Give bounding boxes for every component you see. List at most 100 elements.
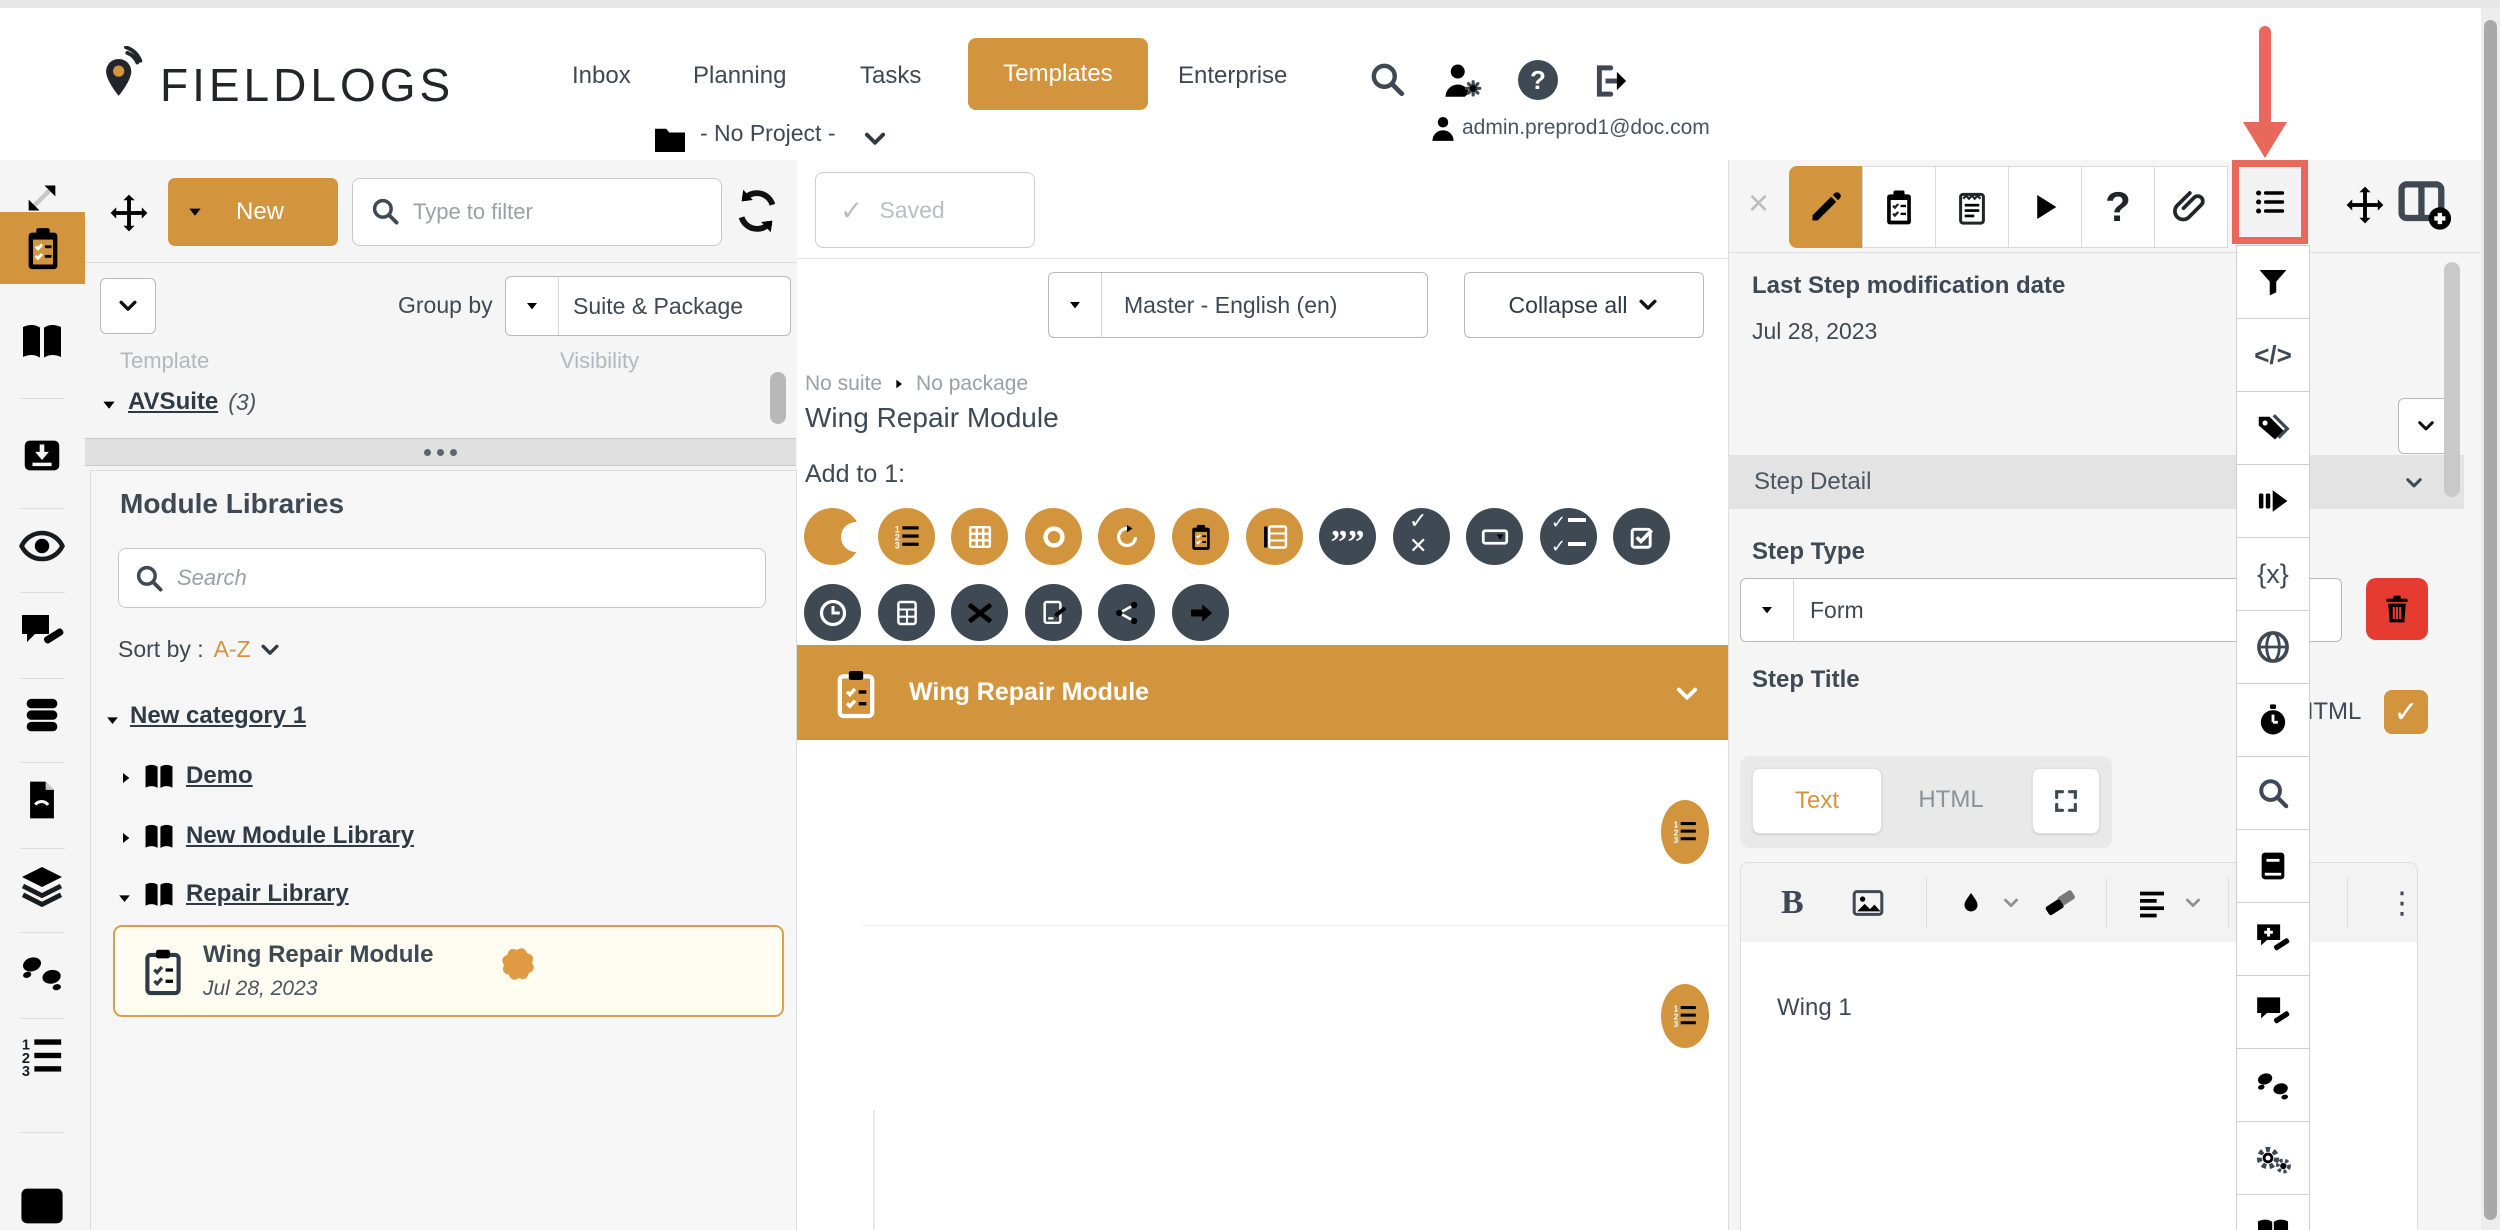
align-button[interactable]: [2136, 887, 2168, 919]
library-search-input[interactable]: [118, 548, 766, 608]
run-button[interactable]: [2008, 166, 2082, 248]
group-by-select[interactable]: Suite & Package: [505, 276, 791, 336]
add-time-button[interactable]: [804, 584, 861, 641]
repair-caret-icon[interactable]: [116, 890, 133, 907]
selected-module-card[interactable]: Wing Repair Module Jul 28, 2023: [113, 925, 784, 1017]
text-color-chevron-icon[interactable]: [2002, 894, 2020, 912]
nav-planning[interactable]: Planning: [693, 62, 786, 90]
module-bar-chevron-icon[interactable]: [1674, 681, 1700, 707]
collapse-tree-button[interactable]: [100, 278, 156, 334]
nml-caret-icon[interactable]: [118, 830, 134, 846]
html-checkbox[interactable]: ✓: [2384, 690, 2428, 734]
add-signature-button[interactable]: [1025, 584, 1082, 641]
nav-enterprise[interactable]: Enterprise: [1178, 62, 1287, 90]
demo-caret-icon[interactable]: [118, 770, 134, 786]
project-chevron-icon[interactable]: [862, 126, 888, 152]
suite-caret-icon[interactable]: [100, 396, 118, 414]
step-row[interactable]: 1 Wing 1: [797, 740, 1728, 925]
page-scrollbar-thumb[interactable]: [2484, 20, 2497, 1220]
delete-step-button[interactable]: [2366, 578, 2428, 640]
eraser-button[interactable]: [2044, 886, 2078, 920]
language-select[interactable]: Master - English (en): [1048, 272, 1428, 338]
menu-notebook-icon[interactable]: [2236, 829, 2310, 903]
help-icon[interactable]: ?: [1518, 60, 1558, 100]
add-numbered-list-button[interactable]: [878, 508, 935, 565]
sidebar-eye-icon[interactable]: [18, 522, 66, 570]
nav-templates[interactable]: Templates: [968, 38, 1148, 110]
richtext-content[interactable]: Wing 1: [1740, 942, 2418, 1230]
add-branch-button[interactable]: [1098, 584, 1155, 641]
new-caret-icon[interactable]: [168, 203, 222, 221]
sort-by-row[interactable]: Sort by : A-Z: [118, 636, 281, 663]
panel-splitter[interactable]: [85, 438, 796, 466]
add-checkbox-button[interactable]: [1613, 508, 1670, 565]
add-loop-button[interactable]: [1098, 508, 1155, 565]
step-detail-band[interactable]: Step Detail: [1728, 455, 2464, 509]
menu-search-icon[interactable]: [2236, 756, 2310, 830]
category-caret-icon[interactable]: [104, 712, 121, 729]
sidebar-numbered-list-icon[interactable]: [19, 1034, 65, 1080]
help-step-button[interactable]: ?: [2081, 166, 2155, 248]
tree-item-repair-library[interactable]: Repair Library: [186, 880, 349, 908]
step-row[interactable]: 2 Wing 2: [797, 926, 1728, 1110]
bold-button[interactable]: B: [1781, 884, 1804, 922]
menu-variable-icon[interactable]: {x}: [2236, 537, 2310, 611]
detail-panel-scrollbar[interactable]: [2444, 262, 2460, 497]
nav-tasks[interactable]: Tasks: [860, 62, 921, 90]
sidebar-layers-icon[interactable]: [18, 862, 66, 910]
nav-inbox[interactable]: Inbox: [572, 62, 631, 90]
add-tools-button[interactable]: [951, 584, 1008, 641]
tab-html[interactable]: HTML: [1896, 768, 2006, 832]
menu-edit-comment-icon[interactable]: [2236, 975, 2310, 1049]
sidebar-database-icon[interactable]: [19, 692, 65, 738]
user-settings-icon[interactable]: [1442, 60, 1484, 102]
insert-image-button[interactable]: [1850, 885, 1886, 921]
add-circle-button[interactable]: [1025, 508, 1082, 565]
add-check-x-button[interactable]: ✓✕: [1393, 508, 1450, 565]
collapse-all-button[interactable]: Collapse all: [1464, 272, 1704, 338]
report-view-button[interactable]: [1935, 166, 2009, 248]
drag-handle-icon[interactable]: [108, 192, 150, 234]
tab-text[interactable]: Text: [1752, 768, 1882, 834]
list-options-button-highlighted[interactable]: [2232, 160, 2308, 244]
more-options-icon[interactable]: ⋮: [2387, 886, 2417, 921]
menu-tags-icon[interactable]: [2236, 391, 2310, 465]
tree-item-new-module-library[interactable]: New Module Library: [186, 822, 414, 850]
menu-filter-icon[interactable]: [2236, 245, 2310, 319]
menu-skip-icon[interactable]: [2236, 464, 2310, 538]
add-next-button[interactable]: [1172, 584, 1229, 641]
module-header-bar[interactable]: Wing Repair Module: [797, 645, 1728, 740]
fullscreen-button[interactable]: [2032, 768, 2100, 834]
suite-name[interactable]: AVSuite: [128, 388, 218, 416]
sidebar-card-icon[interactable]: [16, 1180, 68, 1230]
project-selector-label[interactable]: - No Project -: [700, 120, 835, 147]
add-dropdown-button[interactable]: [1466, 508, 1523, 565]
edit-mode-button[interactable]: [1789, 166, 1863, 248]
detail-drag-handle-icon[interactable]: [2344, 184, 2386, 226]
sidebar-pdf-icon[interactable]: [20, 778, 64, 822]
close-panel-icon[interactable]: ×: [1748, 182, 1769, 224]
add-media-button[interactable]: [1246, 508, 1303, 565]
attachment-button[interactable]: [2154, 166, 2228, 248]
sidebar-comment-edit-icon[interactable]: [18, 608, 66, 656]
menu-settings-icon[interactable]: [2236, 1121, 2310, 1195]
menu-stopwatch-icon[interactable]: [2236, 683, 2310, 757]
add-quote-button[interactable]: ””: [1319, 508, 1376, 565]
sidebar-item-templates[interactable]: [0, 212, 85, 284]
new-template-button[interactable]: New: [168, 178, 338, 246]
add-wrench-button[interactable]: [804, 508, 861, 565]
refresh-icon[interactable]: [732, 186, 782, 236]
menu-footprints-icon[interactable]: [2236, 1048, 2310, 1122]
add-checklist-button[interactable]: ✓✓: [1540, 508, 1597, 565]
tree-item-demo[interactable]: Demo: [186, 762, 253, 790]
sidebar-book-icon[interactable]: [18, 318, 66, 366]
template-filter-input[interactable]: [352, 178, 722, 246]
text-color-button[interactable]: [1958, 890, 1984, 916]
form-view-button[interactable]: [1862, 166, 1936, 248]
sidebar-import-icon[interactable]: [19, 432, 65, 478]
menu-globe-icon[interactable]: [2236, 610, 2310, 684]
suite-row[interactable]: AVSuite (3): [128, 388, 256, 416]
add-column-icon[interactable]: [2396, 176, 2452, 232]
add-table-button[interactable]: [951, 508, 1008, 565]
align-chevron-icon[interactable]: [2184, 894, 2202, 912]
